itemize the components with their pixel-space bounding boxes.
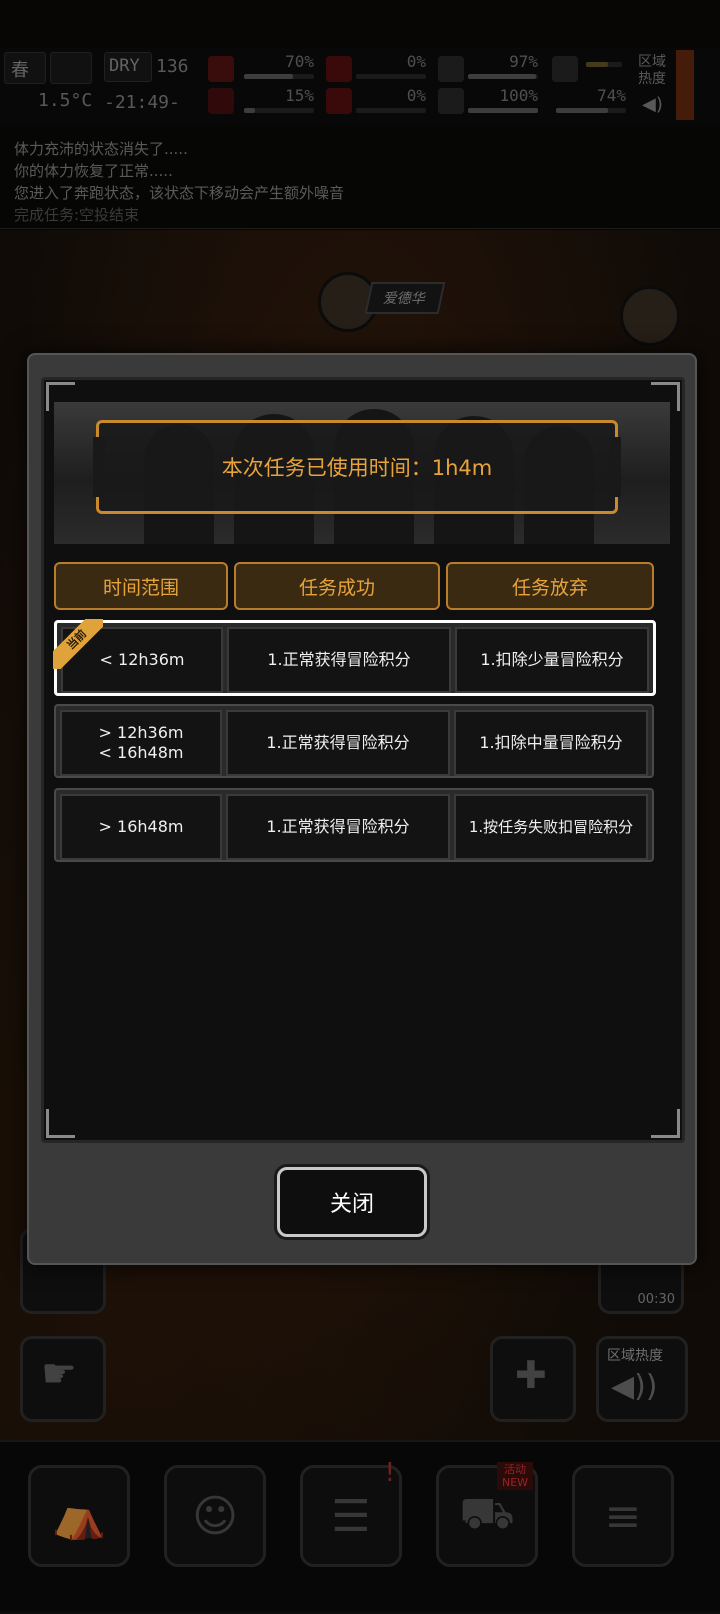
cell-time-range: > 16h48m [60,794,222,860]
table-row: > 16h48m 1.正常获得冒险积分 1.按任务失败扣冒险积分 [54,788,654,862]
current-badge: 当前 [53,619,103,669]
header-success: 任务成功 [234,562,440,610]
current-badge-label: 当前 [53,619,103,669]
table-row: > 12h36m < 16h48m 1.正常获得冒险积分 1.扣除中量冒险积分 [54,704,654,778]
cell-abandon: 1.按任务失败扣冒险积分 [454,794,648,860]
table-row-current: 当前 < 12h36m 1.正常获得冒险积分 1.扣除少量冒险积分 [53,619,656,696]
mission-time-dialog: 本次任务已使用时间：1h4m 时间范围 任务成功 任务放弃 当前 < 12h36… [27,353,697,1265]
mission-banner: 本次任务已使用时间：1h4m [54,402,670,544]
cell-abandon: 1.扣除少量冒险积分 [455,627,649,693]
cell-abandon: 1.扣除中量冒险积分 [454,710,648,776]
header-abandon: 任务放弃 [446,562,654,610]
frame-corner [651,1109,680,1138]
close-button[interactable]: 关闭 [277,1167,427,1237]
elapsed-time-text: 本次任务已使用时间：1h4m [221,456,493,480]
cell-success: 1.正常获得冒险积分 [226,710,450,776]
cell-time-range: > 12h36m < 16h48m [60,710,222,776]
cell-success: 1.正常获得冒险积分 [227,627,451,693]
frame-corner [46,1109,75,1138]
elapsed-time-box: 本次任务已使用时间：1h4m [93,420,621,514]
dialog-panel: 本次任务已使用时间：1h4m 时间范围 任务成功 任务放弃 当前 < 12h36… [41,377,685,1143]
cell-success: 1.正常获得冒险积分 [226,794,450,860]
header-time-range: 时间范围 [54,562,228,610]
